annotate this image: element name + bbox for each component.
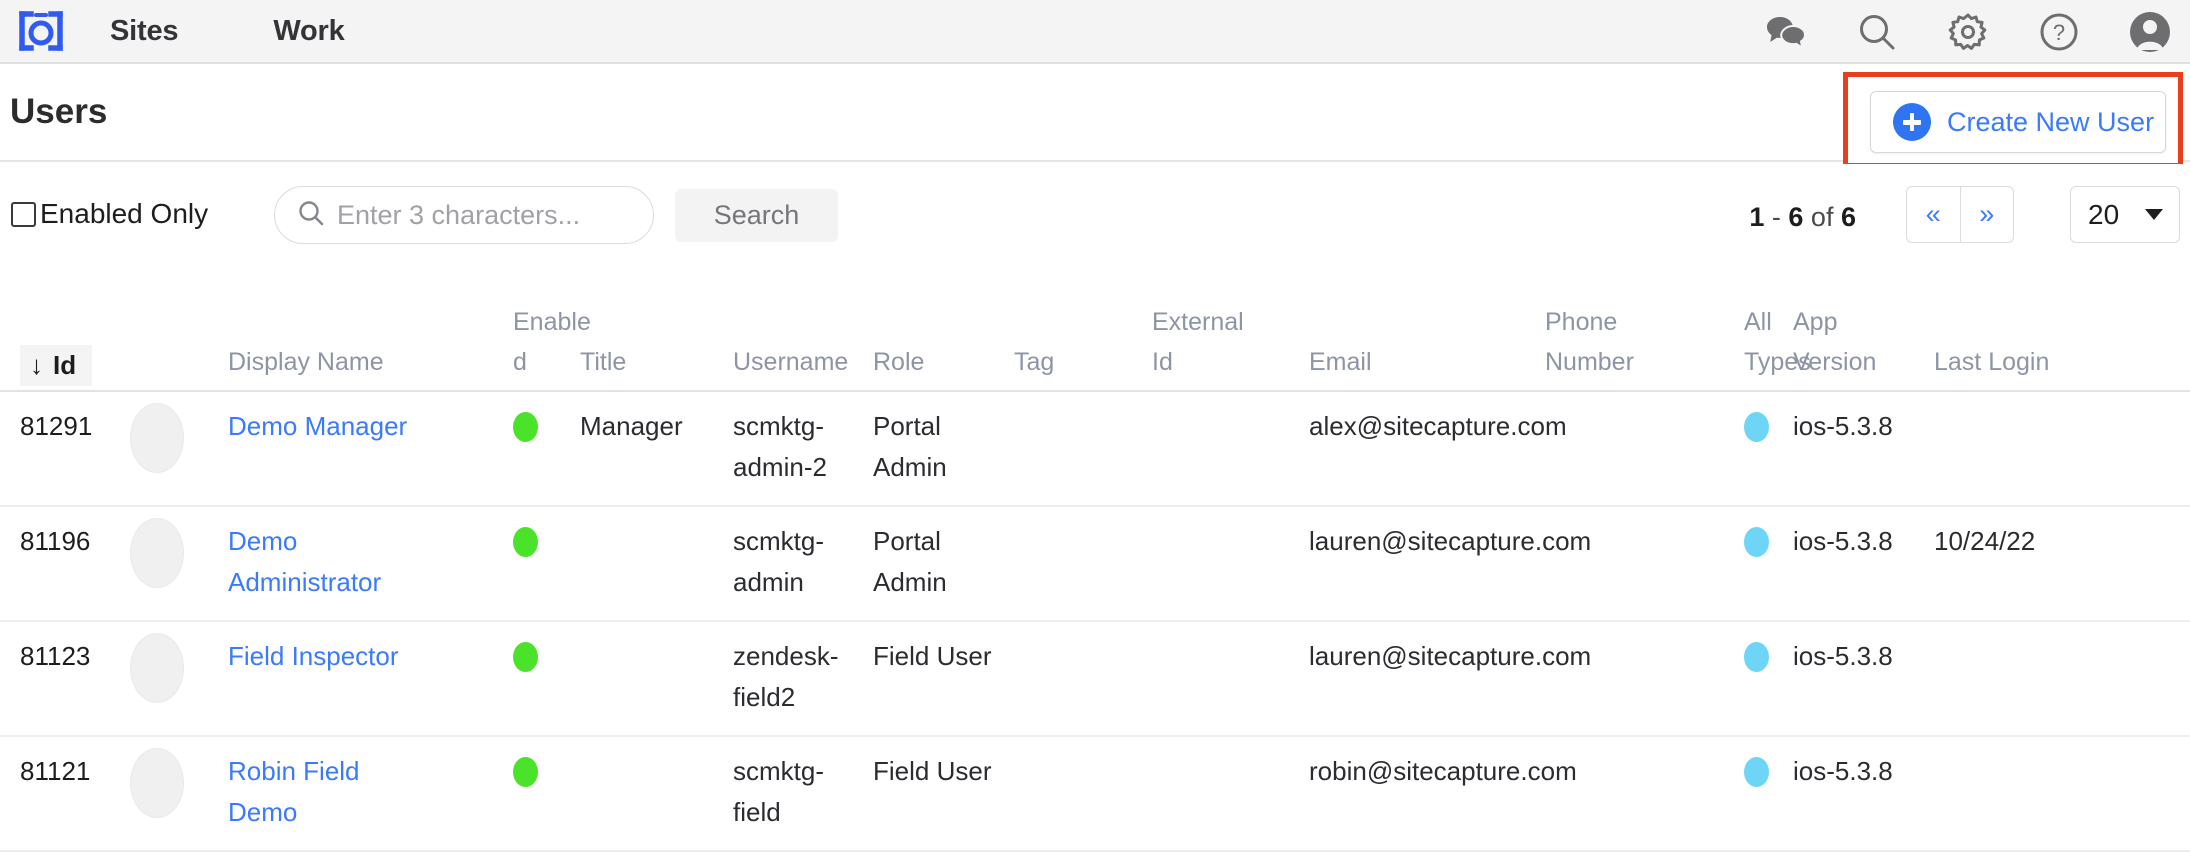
plus-icon [1893, 103, 1931, 141]
status-badge-enabled [513, 527, 538, 557]
cell-title: Manager [580, 411, 683, 441]
range-total: 6 [1840, 202, 1856, 232]
cell-display-name[interactable]: Robin Field Demo [228, 751, 428, 833]
avatar [130, 403, 184, 473]
cell-role: Portal Admin [873, 526, 947, 597]
table-row[interactable]: 81123 Field Inspector zendesk-field2 Fie… [0, 622, 2190, 737]
cell-role: Field User [873, 641, 992, 671]
avatar [130, 518, 184, 588]
cell-username: scmktg-field [733, 756, 824, 827]
cell-app-version: ios-5.3.8 [1793, 526, 1893, 556]
nav-item-sites[interactable]: Sites [110, 15, 179, 48]
table-row[interactable]: 81196 Demo Administrator scmktg-admin Po… [0, 507, 2190, 622]
app-logo-icon[interactable] [14, 9, 68, 53]
search-input[interactable] [337, 199, 627, 231]
cell-display-name[interactable]: Demo Administrator [228, 521, 428, 603]
prev-page-button[interactable]: « [1907, 187, 1960, 242]
avatar [130, 633, 184, 703]
create-new-user-button[interactable]: Create New User [1870, 91, 2166, 153]
column-header-id[interactable]: ↓ Id [20, 345, 93, 386]
range-dash: - [1771, 202, 1781, 232]
cell-email: lauren@sitecapture.com [1309, 526, 1592, 556]
status-badge-enabled [513, 412, 538, 442]
column-header-email[interactable]: Email [1309, 342, 1542, 382]
status-badge-all-types [1744, 527, 1769, 557]
create-user-highlight: Create New User [1843, 72, 2183, 168]
gear-icon[interactable] [1946, 10, 1990, 54]
column-header-role[interactable]: Role [873, 342, 1003, 382]
column-header-username[interactable]: Username [733, 342, 868, 382]
range-start: 1 [1749, 202, 1765, 232]
table-row[interactable]: 81291 Demo Manager Manager scmktg-admin-… [0, 392, 2190, 507]
cell-username: scmktg-admin [733, 526, 824, 597]
column-header-id-label: Id [53, 350, 77, 380]
page-size-select[interactable]: 20 [2070, 186, 2180, 243]
search-field-wrapper[interactable] [274, 186, 654, 244]
column-header-last-login[interactable]: Last Login [1934, 342, 2114, 382]
search-button[interactable]: Search [675, 189, 838, 242]
cell-role: Portal Admin [873, 411, 947, 482]
help-icon[interactable]: ? [2037, 10, 2081, 54]
column-header-external-id[interactable]: External Id [1152, 302, 1282, 382]
cell-app-version: ios-5.3.8 [1793, 641, 1893, 671]
cell-email: robin@sitecapture.com [1309, 756, 1577, 786]
column-header-tag[interactable]: Tag [1014, 342, 1114, 382]
search-icon [297, 199, 325, 232]
chat-icon[interactable] [1764, 10, 1808, 54]
status-badge-all-types [1744, 757, 1769, 787]
cell-role: Field User [873, 756, 992, 786]
page-title: Users [10, 92, 108, 131]
range-end: 6 [1788, 202, 1804, 232]
cell-id: 81196 [20, 526, 91, 556]
cell-id: 81291 [20, 411, 93, 441]
cell-display-name[interactable]: Field Inspector [228, 636, 428, 677]
avatar [130, 748, 184, 818]
next-page-button[interactable]: » [1959, 187, 2014, 242]
enabled-only-checkbox[interactable] [11, 201, 36, 227]
pagination-range: 1 - 6 of 6 [1749, 202, 1856, 233]
status-badge-enabled [513, 642, 538, 672]
cell-email: lauren@sitecapture.com [1309, 641, 1592, 671]
status-badge-all-types [1744, 412, 1769, 442]
avatar[interactable] [2128, 10, 2172, 54]
svg-text:?: ? [2053, 20, 2065, 45]
table-header-row: ↓ Id Display Name Enable d Title Username… [0, 300, 2190, 392]
cell-app-version: ios-5.3.8 [1793, 411, 1893, 441]
column-header-phone-number[interactable]: Phone Number [1545, 302, 1675, 382]
cell-username: scmktg-admin-2 [733, 411, 827, 482]
create-new-user-label: Create New User [1947, 106, 2155, 137]
page-size-value: 20 [2088, 198, 2120, 230]
sort-down-icon: ↓ [30, 350, 43, 380]
pagination-nav: « » [1906, 186, 2014, 243]
search-icon[interactable] [1855, 10, 1899, 54]
cell-id: 81123 [20, 641, 91, 671]
nav-item-work[interactable]: Work [273, 15, 344, 48]
topnav-actions: ? [1764, 0, 2172, 64]
chevron-down-icon [2145, 209, 2163, 220]
filter-toolbar: Enabled Only Search 1 - 6 of 6 « » 20 [0, 164, 2190, 274]
column-header-title[interactable]: Title [580, 342, 710, 382]
enabled-only-label: Enabled Only [40, 198, 209, 229]
cell-email: alex@sitecapture.com [1309, 411, 1567, 441]
page-header: Users Create New User [0, 66, 2190, 168]
cell-display-name[interactable]: Demo Manager [228, 406, 428, 447]
table-row[interactable]: 81121 Robin Field Demo scmktg-field Fiel… [0, 737, 2190, 852]
cell-id: 81121 [20, 756, 91, 786]
column-header-app-version[interactable]: App Version [1793, 302, 1953, 382]
status-badge-all-types [1744, 642, 1769, 672]
column-header-display-name[interactable]: Display Name [228, 342, 428, 382]
cell-username: zendesk-field2 [733, 641, 839, 712]
cell-last-login: 10/24/22 [1934, 526, 2036, 556]
top-navigation-bar: Sites Work ? [0, 0, 2190, 64]
table-body: 81291 Demo Manager Manager scmktg-admin-… [0, 392, 2190, 852]
cell-app-version: ios-5.3.8 [1793, 756, 1893, 786]
status-badge-enabled [513, 757, 538, 787]
enabled-only-filter[interactable]: Enabled Only [11, 198, 208, 230]
users-table: ↓ Id Display Name Enable d Title Username… [0, 300, 2190, 852]
of-label: of [1810, 202, 1834, 232]
